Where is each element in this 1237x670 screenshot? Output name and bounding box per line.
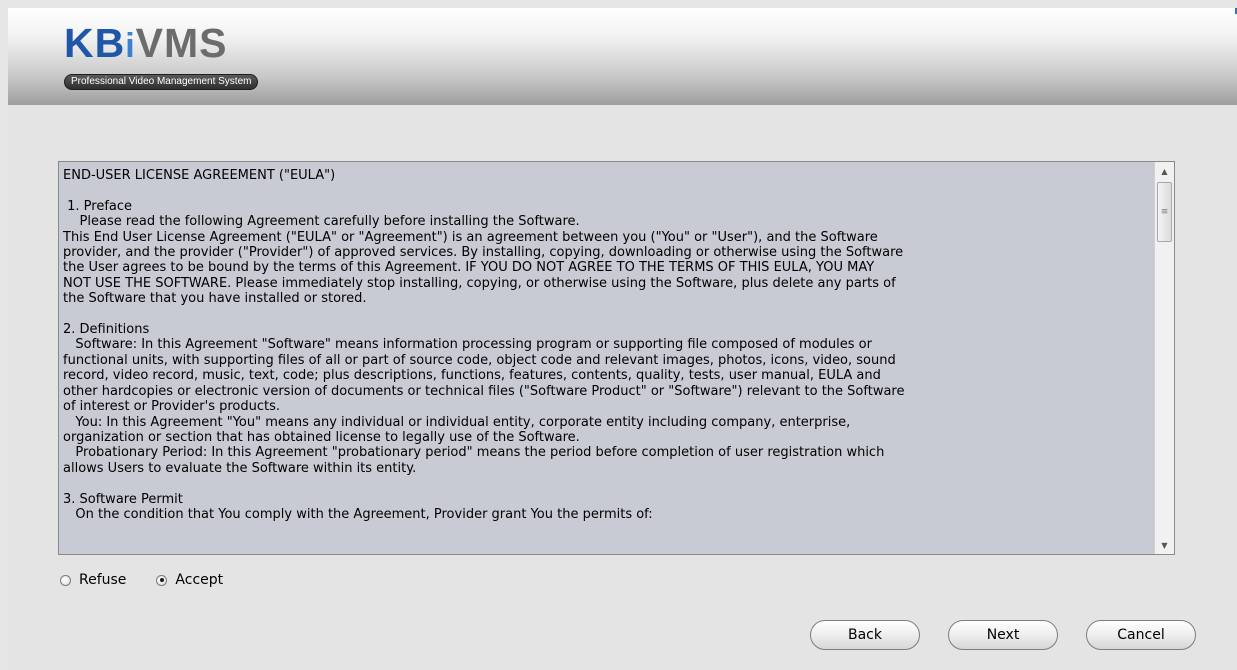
- accept-radio[interactable]: [156, 574, 168, 586]
- eula-text: END-USER LICENSE AGREEMENT ("EULA") 1. P…: [63, 168, 905, 522]
- accept-option[interactable]: Accept: [156, 572, 223, 588]
- logo-kb: KB: [64, 20, 126, 66]
- license-options: Refuse Accept: [60, 572, 223, 588]
- grip-icon: ≡: [1160, 206, 1169, 217]
- logo-i: i: [125, 27, 136, 65]
- refuse-radio[interactable]: [60, 574, 71, 586]
- refuse-option[interactable]: Refuse: [60, 572, 126, 588]
- header-banner: KBiVMS Professional Video Management Sys…: [8, 8, 1237, 105]
- logo-title: KBiVMS: [64, 20, 258, 69]
- scroll-up-arrow-icon[interactable]: ▲: [1155, 162, 1174, 180]
- next-button[interactable]: Next: [948, 620, 1058, 650]
- eula-text-area[interactable]: END-USER LICENSE AGREEMENT ("EULA") 1. P…: [58, 161, 1175, 555]
- vertical-scrollbar[interactable]: ▲ ≡ ▼: [1154, 162, 1174, 554]
- logo-vms: VMS: [135, 20, 228, 66]
- cancel-button[interactable]: Cancel: [1086, 620, 1196, 650]
- scroll-thumb[interactable]: ≡: [1157, 182, 1172, 242]
- installer-window: KBiVMS Professional Video Management Sys…: [8, 8, 1237, 670]
- logo: KBiVMS Professional Video Management Sys…: [64, 20, 259, 90]
- refuse-label: Refuse: [79, 572, 127, 588]
- back-button[interactable]: Back: [810, 620, 920, 650]
- accept-label: Accept: [175, 572, 224, 588]
- scroll-down-arrow-icon[interactable]: ▼: [1155, 536, 1174, 554]
- logo-tagline: Professional Video Management System: [64, 74, 259, 90]
